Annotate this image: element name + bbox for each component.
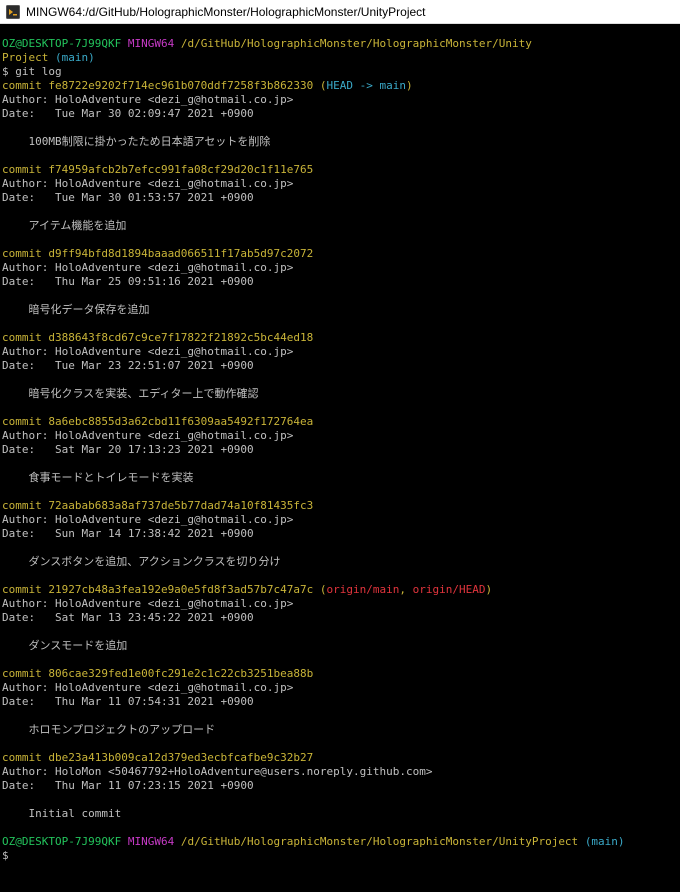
commit-author: Author: HoloAdventure <dezi_g@hotmail.co… (2, 513, 294, 526)
prompt-branch: (main) (54, 51, 95, 64)
commit-hash: commit 21927cb48a3fea192e9a0e5fd8f3ad57b… (2, 583, 314, 596)
commit-hash: commit f74959afcb2b7efcc991fa08cf29d20c1… (2, 163, 314, 176)
prompt-user: OZ@DESKTOP-7J99QKF (2, 37, 122, 50)
commit-hash: commit d9ff94bfd8d1894baaad066511f17ab5d… (2, 247, 314, 260)
prompt-line: OZ@DESKTOP-7J99QKF MINGW64 /d/GitHub/Hol… (2, 835, 680, 849)
commit-message: 暗号化クラスを実装、エディター上で動作確認 (2, 387, 259, 400)
commit-message: ダンスボタンを追加、アクションクラスを切り分け (2, 555, 281, 568)
prompt-user: OZ@DESKTOP-7J99QKF (2, 835, 122, 848)
commit-date: Date: Sat Mar 20 17:13:23 2021 +0900 (2, 443, 254, 456)
commit-message: 食事モードとトイレモードを実装 (2, 471, 194, 484)
prompt-path: /d/GitHub/HolographicMonster/Holographic… (180, 37, 532, 50)
commit-author: Author: HoloAdventure <dezi_g@hotmail.co… (2, 429, 294, 442)
commit-author: Author: HoloAdventure <dezi_g@hotmail.co… (2, 93, 294, 106)
commit-origin-main-ref: origin/main (326, 583, 400, 596)
commit-date: Date: Thu Mar 11 07:54:31 2021 +0900 (2, 695, 254, 708)
commit-hash: commit 8a6ebc8855d3a62cbd11f6309aa5492f1… (2, 415, 314, 428)
commit-message: ダンスモードを追加 (2, 639, 128, 652)
commit-message: 100MB制限に掛かったため日本語アセットを削除 (2, 135, 271, 148)
commit-hash: commit 72aabab683a8af737de5b77dad74a10f8… (2, 499, 314, 512)
commit-message: ホロモンプロジェクトのアップロード (2, 723, 216, 736)
commit-hash: commit 806cae329fed1e00fc291e2c1c22cb325… (2, 667, 314, 680)
command-input-line[interactable]: $ (2, 849, 680, 863)
commit-head-ref: HEAD -> main (326, 79, 406, 92)
prompt-path: /d/GitHub/HolographicMonster/Holographic… (180, 835, 579, 848)
commit-message: 暗号化データ保存を追加 (2, 303, 150, 316)
commit-author: Author: HoloAdventure <dezi_g@hotmail.co… (2, 261, 294, 274)
commit-author: Author: HoloAdventure <dezi_g@hotmail.co… (2, 597, 294, 610)
commit-date: Date: Tue Mar 30 02:09:47 2021 +0900 (2, 107, 254, 120)
commit-date: Date: Sat Mar 13 23:45:22 2021 +0900 (2, 611, 254, 624)
prompt-line: OZ@DESKTOP-7J99QKF MINGW64 /d/GitHub/Hol… (2, 37, 680, 51)
command-line: $ git log (2, 65, 62, 78)
commit-hash: commit dbe23a413b009ca12d379ed3ecbfcafbe… (2, 751, 314, 764)
commit-author: Author: HoloAdventure <dezi_g@hotmail.co… (2, 345, 294, 358)
mingw-terminal-icon (6, 4, 20, 19)
window-title: MINGW64:/d/GitHub/HolographicMonster/Hol… (26, 4, 426, 19)
prompt-env: MINGW64 (127, 37, 175, 50)
commit-author: Author: HoloAdventure <dezi_g@hotmail.co… (2, 681, 294, 694)
commit-date: Date: Thu Mar 11 07:23:15 2021 +0900 (2, 779, 254, 792)
commit-hash: commit fe8722e9202f714ec961b070ddf7258f3… (2, 79, 314, 92)
commit-hash: commit d388643f8cd67c9ce7f17822f21892c5b… (2, 331, 314, 344)
commit-author: Author: HoloAdventure <dezi_g@hotmail.co… (2, 177, 294, 190)
commit-date: Date: Sun Mar 14 17:38:42 2021 +0900 (2, 527, 254, 540)
commit-hash-line: commit fe8722e9202f714ec961b070ddf7258f3… (2, 79, 413, 92)
prompt-path-wrap: Project (2, 51, 49, 64)
commit-date: Date: Tue Mar 23 22:51:07 2021 +0900 (2, 359, 254, 372)
prompt-env: MINGW64 (127, 835, 175, 848)
commit-date: Date: Tue Mar 30 01:53:57 2021 +0900 (2, 191, 254, 204)
commit-author: Author: HoloMon <50467792+HoloAdventure@… (2, 765, 433, 778)
commit-origin-head-ref: origin/HEAD (412, 583, 486, 596)
prompt-branch: (main) (584, 835, 625, 848)
commit-message: アイテム機能を追加 (2, 219, 127, 232)
prompt-line-wrap: Project (main) (2, 51, 680, 65)
commit-hash-line: commit 21927cb48a3fea192e9a0e5fd8f3ad57b… (2, 583, 493, 596)
terminal-output[interactable]: OZ@DESKTOP-7J99QKF MINGW64 /d/GitHub/Hol… (0, 24, 680, 892)
commit-date: Date: Thu Mar 25 09:51:16 2021 +0900 (2, 275, 254, 288)
commit-message: Initial commit (2, 807, 122, 820)
window-titlebar[interactable]: MINGW64:/d/GitHub/HolographicMonster/Hol… (0, 0, 680, 24)
